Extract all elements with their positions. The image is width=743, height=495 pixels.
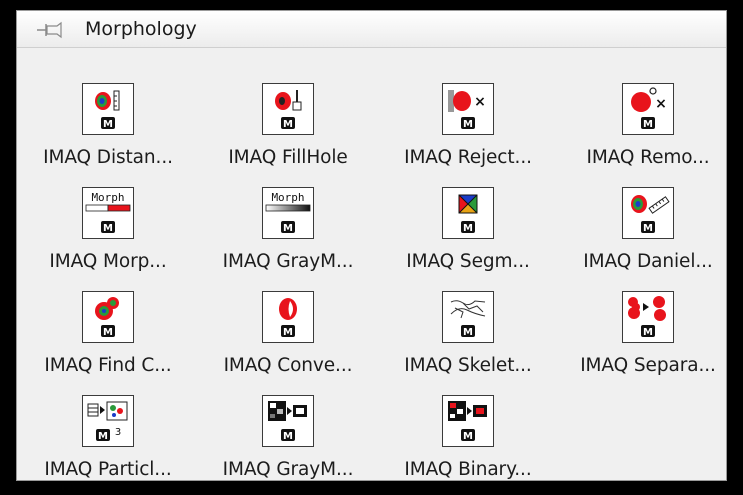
gray-morphology-2-icon: M xyxy=(262,395,314,447)
svg-text:M: M xyxy=(463,119,473,130)
fill-hole-icon: M xyxy=(262,83,314,135)
icon-badge: 3 xyxy=(115,427,121,438)
item-label: IMAQ GrayM... xyxy=(222,459,354,480)
palette-item-reject-border[interactable]: × M IMAQ Reject... xyxy=(380,83,556,183)
palette-item-skeleton[interactable]: M IMAQ Skelet... xyxy=(380,291,556,391)
convex-hull-icon: M xyxy=(262,291,314,343)
binary-morphology-icon: M xyxy=(442,395,494,447)
gray-morphology-icon: Morph M xyxy=(262,187,314,239)
item-label: IMAQ Separa... xyxy=(580,355,716,376)
item-label: IMAQ Distan... xyxy=(43,147,173,168)
svg-text:M: M xyxy=(103,327,113,338)
separation-icon: M xyxy=(622,291,674,343)
item-label: IMAQ Segm... xyxy=(406,251,530,272)
palette-item-gray-morphology[interactable]: Morph M IMAQ GrayM... xyxy=(200,187,376,287)
svg-text:M: M xyxy=(103,119,113,130)
icon-text: Morph xyxy=(91,191,124,204)
palette-item-separation[interactable]: M IMAQ Separa... xyxy=(560,291,736,391)
svg-text:M: M xyxy=(463,223,473,234)
find-circles-icon: M xyxy=(82,291,134,343)
particle-filter-icon: M 3 xyxy=(82,395,134,447)
reject-border-icon: × M xyxy=(442,83,494,135)
palette-item-find-circles[interactable]: M IMAQ Find C... xyxy=(20,291,196,391)
remove-particle-icon: × M xyxy=(622,83,674,135)
svg-text:M: M xyxy=(463,431,473,442)
window-frame: Morphology M IMAQ Distan... M IMAQ FillH… xyxy=(0,0,743,493)
skeleton-icon: M xyxy=(442,291,494,343)
distance-icon: M xyxy=(82,83,134,135)
palette-item-convex-hull[interactable]: M IMAQ Conve... xyxy=(200,291,376,391)
item-label: IMAQ Reject... xyxy=(404,147,532,168)
palette-item-fill-hole[interactable]: M IMAQ FillHole xyxy=(200,83,376,183)
palette-item-distance[interactable]: M IMAQ Distan... xyxy=(20,83,196,183)
svg-text:M: M xyxy=(643,223,653,234)
svg-text:M: M xyxy=(283,223,293,234)
item-label: IMAQ FillHole xyxy=(228,147,348,168)
svg-text:M: M xyxy=(283,119,293,130)
palette-item-danielsson[interactable]: M IMAQ Daniel... xyxy=(560,187,736,287)
svg-text:M: M xyxy=(283,431,293,442)
item-label: IMAQ GrayM... xyxy=(222,251,354,272)
palette-item-segmentation[interactable]: M IMAQ Segm... xyxy=(380,187,556,287)
segmentation-icon: M xyxy=(442,187,494,239)
svg-text:M: M xyxy=(643,119,653,130)
svg-text:M: M xyxy=(283,327,293,338)
palette-title: Morphology xyxy=(85,18,197,40)
svg-text:×: × xyxy=(655,96,667,112)
item-label: IMAQ Find C... xyxy=(44,355,172,376)
item-label: IMAQ Morp... xyxy=(49,251,167,272)
icon-text: Morph xyxy=(271,191,304,204)
item-label: IMAQ Particl... xyxy=(44,459,172,480)
palette-item-remove-particle[interactable]: × M IMAQ Remo... xyxy=(560,83,736,183)
svg-text:×: × xyxy=(474,94,486,110)
palette-item-particle-filter[interactable]: M 3 IMAQ Particl... xyxy=(20,395,196,495)
item-label: IMAQ Daniel... xyxy=(583,251,713,272)
svg-text:M: M xyxy=(463,327,473,338)
palette-item-binary-morphology[interactable]: M IMAQ Binary... xyxy=(380,395,556,495)
palette-item-gray-morphology-2[interactable]: M IMAQ GrayM... xyxy=(200,395,376,495)
svg-text:M: M xyxy=(98,431,108,442)
morphology-palette: Morphology M IMAQ Distan... M IMAQ FillH… xyxy=(16,10,727,481)
danielsson-icon: M xyxy=(622,187,674,239)
palette-item-morphology[interactable]: Morph M IMAQ Morp... xyxy=(20,187,196,287)
svg-text:M: M xyxy=(103,223,113,234)
item-label: IMAQ Conve... xyxy=(223,355,353,376)
morphology-icon: Morph M xyxy=(82,187,134,239)
item-label: IMAQ Binary... xyxy=(404,459,532,480)
item-label: IMAQ Remo... xyxy=(586,147,710,168)
palette-titlebar: Morphology xyxy=(17,11,726,48)
pin-icon[interactable] xyxy=(37,21,67,39)
svg-text:M: M xyxy=(643,327,653,338)
item-label: IMAQ Skelet... xyxy=(404,355,532,376)
